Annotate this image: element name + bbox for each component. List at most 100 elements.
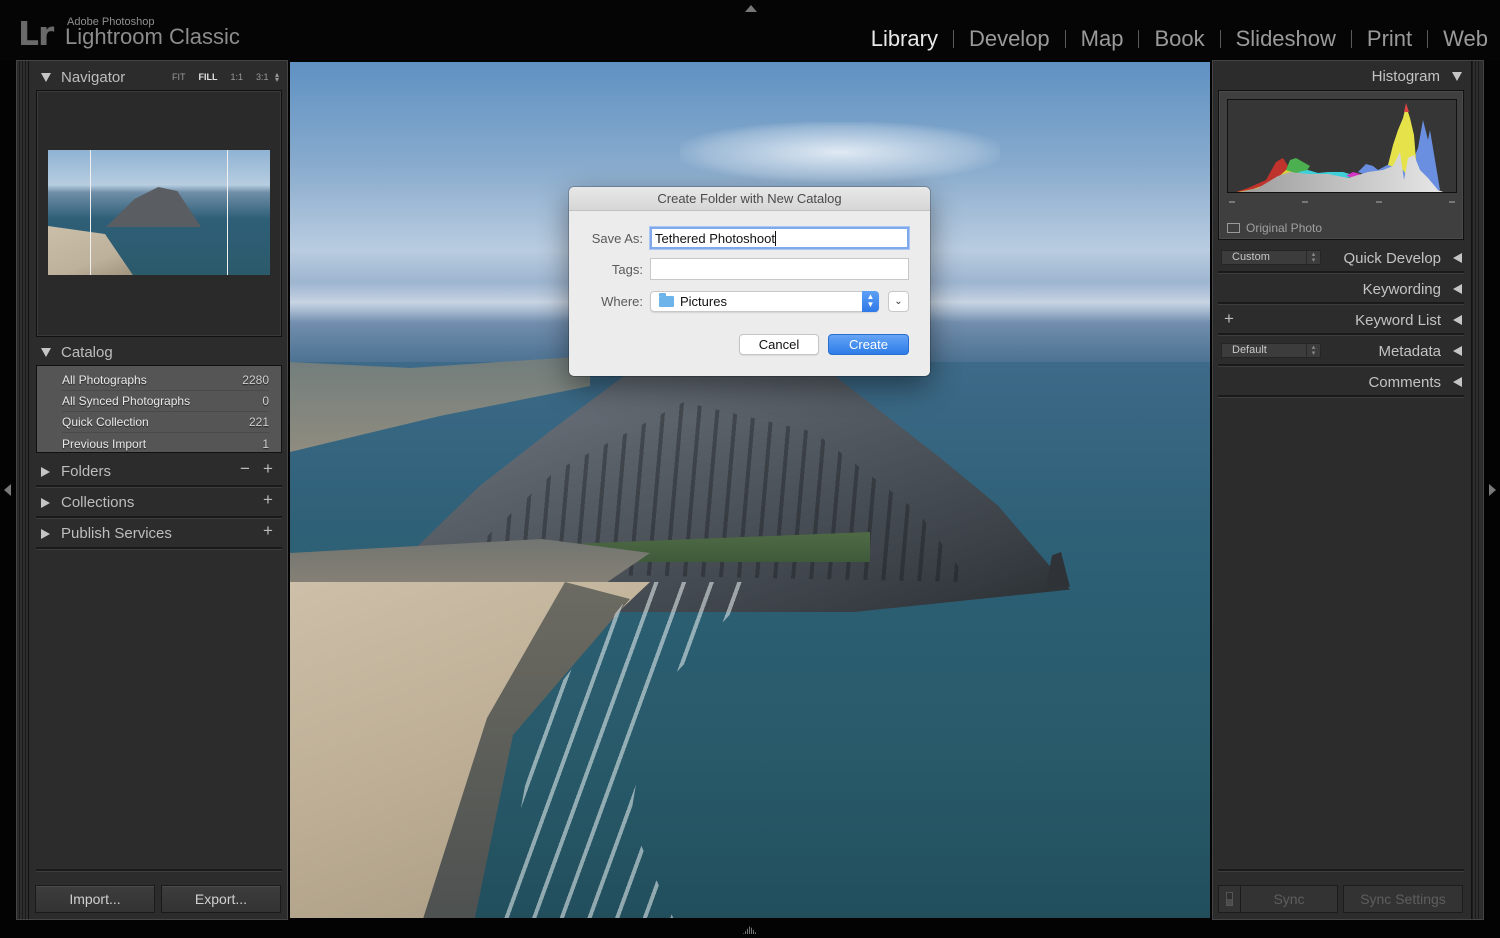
collapse-right-panel-icon[interactable] [1489, 484, 1496, 496]
publish-services-header[interactable]: Publish Services [41, 525, 172, 542]
navigator-header[interactable]: Navigator [41, 69, 125, 86]
navigator-title: Navigator [61, 69, 126, 86]
zoom-3-1[interactable]: 3:1 [256, 72, 269, 82]
section-divider [36, 547, 282, 550]
add-collection-icon[interactable]: + [263, 490, 273, 510]
sync-button[interactable]: Sync [1218, 885, 1338, 913]
section-divider [1218, 395, 1464, 398]
where-select[interactable]: Pictures ▲ ▼ [650, 291, 879, 312]
expand-triangle-icon [41, 73, 51, 82]
module-picker: Library Develop Map Book Slideshow Print… [871, 26, 1488, 52]
histogram-ticks [1229, 201, 1455, 203]
right-panel-scrollbar[interactable] [1471, 61, 1481, 919]
original-photo-toggle[interactable]: Original Photo [1227, 221, 1322, 235]
metadata-title: Metadata [1378, 342, 1441, 360]
module-separator [1219, 30, 1221, 48]
identity-plate-bar: Lr Adobe Photoshop Lightroom Classic Lib… [0, 0, 1500, 60]
publish-services-title: Publish Services [61, 525, 172, 542]
histogram-header[interactable]: Histogram [1218, 62, 1464, 90]
module-map[interactable]: Map [1081, 26, 1124, 52]
section-divider [1218, 302, 1464, 305]
catalog-header[interactable]: Catalog [41, 344, 113, 361]
navigator-thumbnail [48, 150, 270, 275]
zoom-fit[interactable]: FIT [172, 72, 186, 82]
collections-title: Collections [61, 494, 135, 511]
lightroom-window: Lr Adobe Photoshop Lightroom Classic Lib… [0, 0, 1500, 938]
sync-controls: Sync Sync Settings [1218, 885, 1464, 913]
catalog-list: All Photographs 2280 All Synced Photogra… [36, 365, 282, 453]
module-library[interactable]: Library [871, 26, 938, 52]
collapse-left-panel-icon[interactable] [4, 484, 11, 496]
save-as-input[interactable]: Tethered Photoshoot [650, 227, 909, 249]
collections-header[interactable]: Collections [41, 494, 134, 511]
import-button[interactable]: Import... [35, 885, 155, 913]
metadata-preset-select[interactable]: Default ▴ ▾ [1221, 343, 1321, 358]
collapsed-triangle-icon [1453, 377, 1462, 387]
navigator-preview[interactable] [36, 90, 282, 337]
export-button[interactable]: Export... [161, 885, 281, 913]
section-divider [36, 485, 282, 488]
module-slideshow[interactable]: Slideshow [1236, 26, 1336, 52]
left-panel-scrollbar[interactable] [19, 61, 29, 919]
save-as-label: Save As: [591, 231, 643, 246]
zoom-stepper-icon[interactable]: ▴ ▾ [275, 71, 279, 84]
catalog-item-quick-collection[interactable]: Quick Collection 221 [62, 412, 269, 433]
brand-title: Lightroom Classic [65, 24, 240, 49]
auto-sync-switch[interactable] [1219, 886, 1241, 912]
right-panel: Histogram Original Photo Quick Develop C… [1212, 60, 1484, 920]
keywording-header[interactable]: Keywording [1218, 275, 1464, 303]
collapsed-triangle-icon [41, 497, 50, 508]
section-divider [36, 516, 282, 519]
expand-chevron-button[interactable]: ⌄ [888, 291, 909, 312]
expand-triangle-icon [1452, 71, 1462, 81]
module-print[interactable]: Print [1367, 26, 1412, 52]
keyword-list-title: Keyword List [1355, 311, 1441, 329]
add-publish-service-icon[interactable]: + [263, 521, 273, 541]
collapsed-triangle-icon [1453, 315, 1462, 325]
section-divider [1218, 869, 1464, 872]
text-cursor [774, 231, 776, 246]
quick-develop-preset-select[interactable]: Custom ▴ ▾ [1221, 250, 1321, 265]
catalog-item-all-photographs[interactable]: All Photographs 2280 [62, 370, 269, 391]
comments-header[interactable]: Comments [1218, 368, 1464, 396]
navigator-view-frame[interactable] [90, 150, 228, 275]
expand-triangle-icon [41, 348, 51, 357]
comments-title: Comments [1368, 373, 1441, 391]
catalog-title: Catalog [61, 344, 113, 361]
histogram-graph[interactable] [1227, 99, 1457, 193]
original-photo-checkbox[interactable] [1227, 223, 1240, 233]
where-label: Where: [601, 294, 643, 309]
module-develop[interactable]: Develop [969, 26, 1050, 52]
create-button[interactable]: Create [828, 334, 909, 355]
keyword-list-header[interactable]: Keyword List [1218, 306, 1464, 334]
catalog-item-previous-import[interactable]: Previous Import 1 [62, 433, 269, 454]
zoom-fill[interactable]: FILL [199, 72, 218, 82]
remove-folder-icon[interactable]: − [240, 459, 250, 479]
collapsed-triangle-icon [1453, 284, 1462, 294]
create-catalog-dialog: Create Folder with New Catalog Save As: … [569, 187, 930, 376]
zoom-1-1[interactable]: 1:1 [231, 72, 244, 82]
collapsed-triangle-icon [1453, 253, 1462, 263]
module-separator [1350, 30, 1352, 48]
module-separator [952, 30, 954, 48]
module-web[interactable]: Web [1443, 26, 1488, 52]
catalog-item-all-synced[interactable]: All Synced Photographs 0 [62, 391, 269, 412]
collapsed-triangle-icon [41, 528, 50, 539]
folders-header[interactable]: Folders [41, 463, 111, 480]
cancel-button[interactable]: Cancel [739, 334, 819, 355]
section-divider [1218, 364, 1464, 367]
add-folder-icon[interactable]: + [263, 459, 273, 479]
tags-input[interactable] [650, 258, 909, 280]
collapse-filmstrip-icon[interactable] [743, 926, 757, 934]
module-book[interactable]: Book [1154, 26, 1204, 52]
folder-icon [659, 293, 674, 307]
module-separator [1427, 30, 1429, 48]
collapse-top-panel-icon[interactable] [745, 5, 757, 12]
sync-settings-button[interactable]: Sync Settings [1343, 885, 1463, 913]
keywording-title: Keywording [1362, 280, 1441, 298]
module-separator [1064, 30, 1066, 48]
tags-label: Tags: [611, 262, 643, 277]
left-panel: Navigator FIT FILL 1:1 3:1 ▴ ▾ Catalog Al… [16, 60, 288, 920]
section-divider [1218, 271, 1464, 274]
add-keyword-icon[interactable]: + [1224, 309, 1234, 329]
